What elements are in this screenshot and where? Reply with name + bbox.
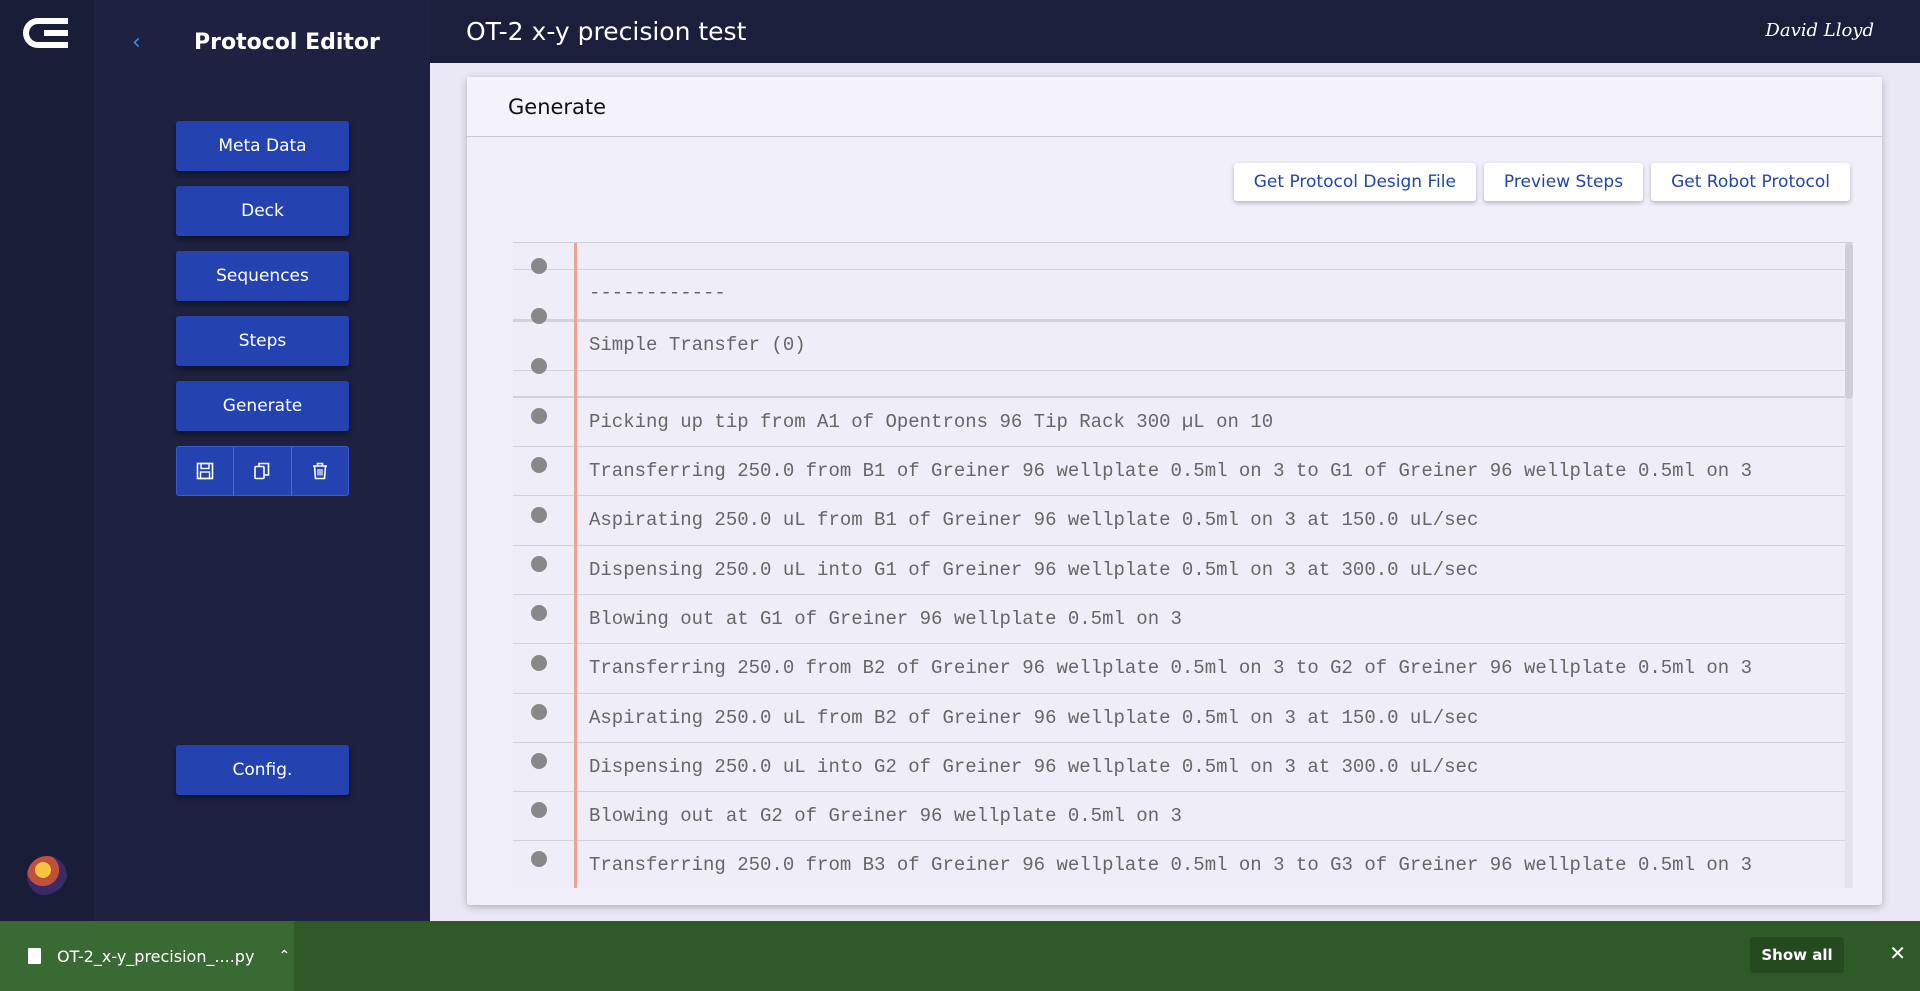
log-row: Blowing out at G2 of Greiner 96 wellplat… xyxy=(513,792,1845,841)
download-bar: OT-2_x-y_precision_....py ⌃ Show all ✕ xyxy=(0,921,1920,991)
log-row: Aspirating 250.0 uL from B2 of Greiner 9… xyxy=(513,694,1845,743)
nav-deck-button[interactable]: Deck xyxy=(176,186,349,236)
card-title: Generate xyxy=(467,77,1882,137)
bullet-dot-icon xyxy=(531,358,547,374)
user-avatar[interactable] xyxy=(27,856,67,896)
log-row: Picking up tip from A1 of Opentrons 96 T… xyxy=(513,398,1845,447)
download-item[interactable]: OT-2_x-y_precision_....py ⌃ xyxy=(0,921,294,991)
bullet-dot-icon xyxy=(531,655,547,671)
log-row: Transferring 250.0 from B2 of Greiner 96… xyxy=(513,644,1845,694)
nav-sequences-button[interactable]: Sequences xyxy=(176,251,349,301)
back-chevron-icon[interactable]: ‹ xyxy=(132,30,141,55)
log-row: Aspirating 250.0 uL from B1 of Greiner 9… xyxy=(513,496,1845,546)
config-button[interactable]: Config. xyxy=(176,745,349,795)
bullet-dot-icon xyxy=(531,408,547,424)
close-icon[interactable]: ✕ xyxy=(1889,941,1906,965)
save-icon[interactable] xyxy=(177,447,235,495)
bullet-dot-icon xyxy=(531,753,547,769)
log-row: Dispensing 250.0 uL into G2 of Greiner 9… xyxy=(513,743,1845,792)
download-file-name: OT-2_x-y_precision_....py xyxy=(57,946,255,966)
log-row: Transferring 250.0 from B3 of Greiner 96… xyxy=(589,854,1752,876)
top-bar: OT-2 x-y precision test David Lloyd xyxy=(430,0,1920,63)
file-tools xyxy=(176,446,349,496)
delete-icon[interactable] xyxy=(292,447,348,495)
bullet-dot-icon xyxy=(531,457,547,473)
log-scroll-thumb[interactable] xyxy=(1845,243,1853,399)
log-row xyxy=(513,243,1845,270)
log-row: Blowing out at G1 of Greiner 96 wellplat… xyxy=(513,595,1845,644)
app-logo-icon[interactable] xyxy=(22,16,72,50)
bullet-dot-icon xyxy=(531,258,547,274)
python-file-icon xyxy=(28,948,41,964)
show-all-button[interactable]: Show all xyxy=(1750,937,1844,973)
bullet-dot-icon xyxy=(531,308,547,324)
bullet-dot-icon xyxy=(531,851,547,867)
app-rail xyxy=(0,0,94,921)
log-row: Transferring 250.0 from B1 of Greiner 96… xyxy=(513,447,1845,496)
user-signature: David Lloyd xyxy=(1765,20,1874,41)
generate-card: Generate Get Protocol Design File Previe… xyxy=(467,77,1882,905)
preview-steps-button[interactable]: Preview Steps xyxy=(1483,163,1644,201)
log-row xyxy=(513,371,1845,397)
bullet-dot-icon xyxy=(531,605,547,621)
log-row: ------------ xyxy=(513,270,1845,320)
nav-meta-data-button[interactable]: Meta Data xyxy=(176,121,349,171)
page-title: OT-2 x-y precision test xyxy=(466,17,747,46)
bullet-dot-icon xyxy=(531,802,547,818)
notebook-margin-line xyxy=(574,243,577,888)
log-scrollbar[interactable] xyxy=(1845,243,1853,888)
get-robot-protocol-button[interactable]: Get Robot Protocol xyxy=(1651,163,1850,201)
copy-icon[interactable] xyxy=(234,447,292,495)
log-row: Simple Transfer (0) xyxy=(513,321,1845,371)
protocol-log[interactable]: ------------ Simple Transfer (0) Picking… xyxy=(513,242,1853,888)
nav-steps-button[interactable]: Steps xyxy=(176,316,349,366)
bullet-dot-icon xyxy=(531,507,547,523)
nav-generate-button[interactable]: Generate xyxy=(176,381,349,431)
chevron-up-icon[interactable]: ⌃ xyxy=(278,948,290,964)
log-row: Dispensing 250.0 uL into G1 of Greiner 9… xyxy=(513,546,1845,595)
get-protocol-design-file-button[interactable]: Get Protocol Design File xyxy=(1233,163,1476,201)
bullet-dot-icon xyxy=(531,556,547,572)
action-buttons: Get Protocol Design File Preview Steps G… xyxy=(1233,163,1850,201)
bullet-dot-icon xyxy=(531,704,547,720)
sidebar-title: Protocol Editor xyxy=(194,30,380,55)
